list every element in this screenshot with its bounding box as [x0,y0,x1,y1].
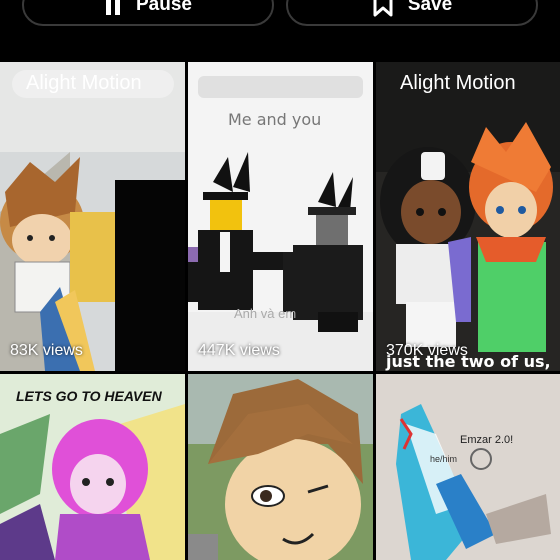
video-thumbnail [188,374,373,560]
view-count: 370K views [386,342,468,359]
pause-button[interactable]: Pause [22,0,274,26]
name-tag: Emzar 2.0! [460,434,514,446]
watermark-text: Alight Motion [400,72,516,94]
caption-bottom: Anh và em [234,306,297,321]
video-tile[interactable]: Emzar 2.0! he/him [376,374,560,560]
video-tile[interactable]: Alight Motion 83K views [0,62,185,371]
view-count: 447K views [198,342,280,359]
pause-icon [104,0,122,15]
view-count: 83K views [10,342,83,359]
video-tile[interactable] [188,374,373,560]
video-thumbnail [376,374,560,560]
pronouns-tag: he/him [430,454,458,464]
video-tile[interactable]: Me and you Anh và em 447K views [188,62,373,371]
video-tile[interactable]: Alight Motion just the two of us, 370K v… [376,62,560,371]
bookmark-icon [372,0,394,17]
video-thumbnail [0,62,185,371]
save-button[interactable]: Save [286,0,538,26]
video-thumbnail [376,62,560,371]
caption-top: Me and you [228,110,322,129]
action-bar: Pause Save [0,0,560,62]
watermark-text: Alight Motion [26,72,142,94]
caption-top: LETS GO TO HEAVEN [16,388,162,404]
save-label: Save [407,0,453,15]
video-tile[interactable]: LETS GO TO HEAVEN [0,374,185,560]
video-grid: Alight Motion 83K views Me and you Anh v… [0,62,560,560]
video-thumbnail [188,62,373,371]
pause-label: Pause [136,0,192,15]
